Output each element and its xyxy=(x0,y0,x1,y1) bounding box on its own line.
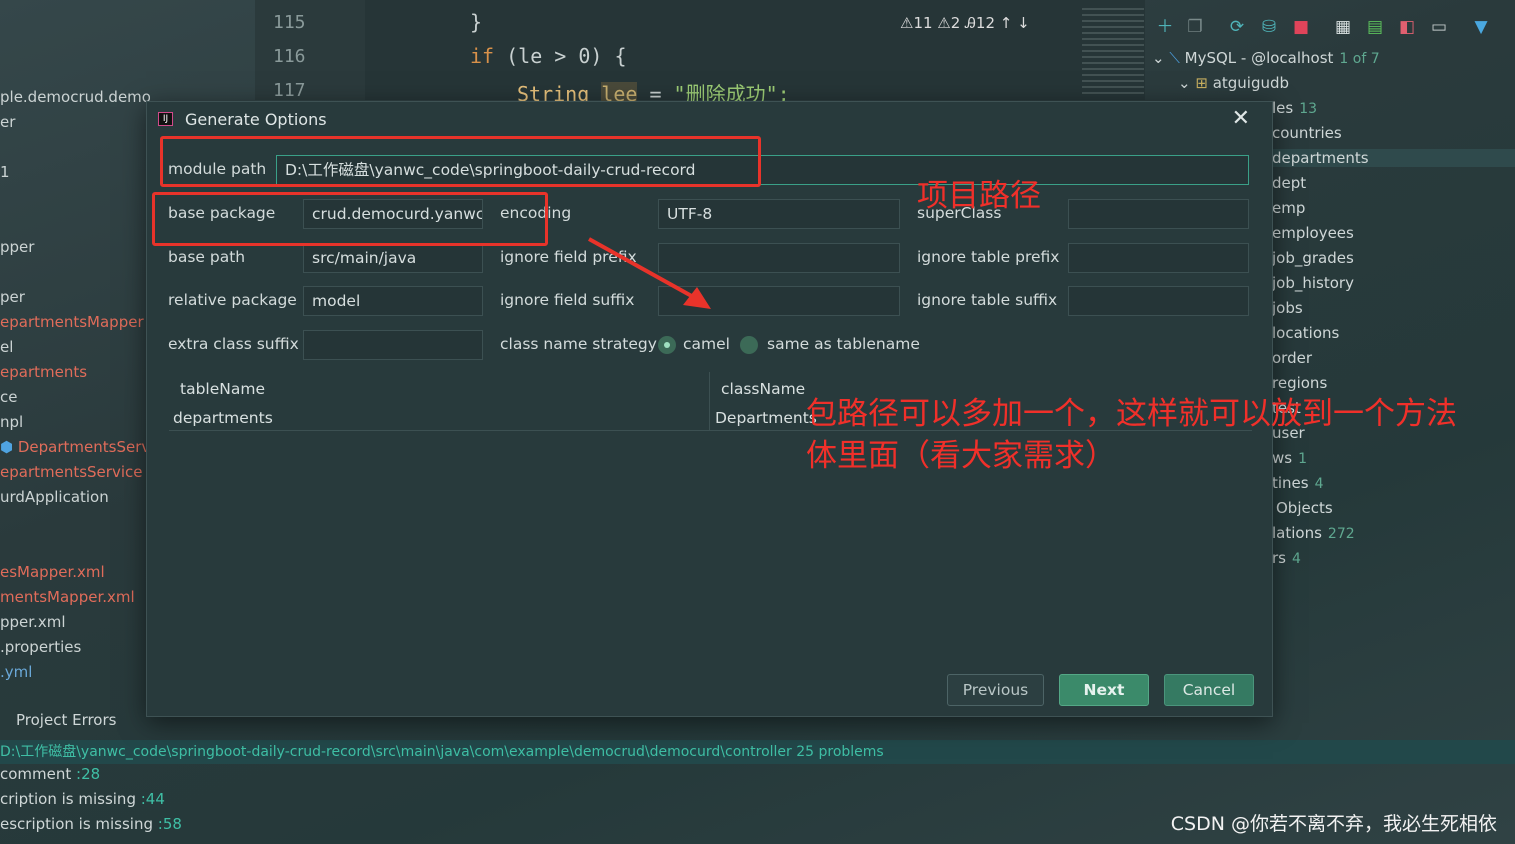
table-divider xyxy=(709,372,710,430)
tree-item[interactable]: pper xyxy=(0,238,34,256)
code-line: } xyxy=(470,10,483,34)
line-number: 117 xyxy=(273,80,306,101)
chevron-down-icon[interactable]: ⌄ xyxy=(1178,74,1195,92)
tree-item[interactable]: er xyxy=(0,113,15,131)
encoding-input[interactable]: UTF-8 xyxy=(658,199,900,229)
db-table[interactable]: jobs xyxy=(1272,299,1303,317)
annotation-arrow xyxy=(588,237,711,309)
mysql-icon: ⟍ xyxy=(1169,49,1185,67)
problems-path[interactable]: D:\工作磁盘\yanwc_code\springboot-daily-crud… xyxy=(0,740,1515,764)
tree-item[interactable]: esMapper.xml xyxy=(0,563,105,581)
ignore-table-suffix-input[interactable] xyxy=(1068,286,1249,316)
chevron-down-icon[interactable]: ⌄ xyxy=(1152,49,1169,67)
db-table[interactable]: locations xyxy=(1272,324,1339,342)
tree-item[interactable]: .properties xyxy=(0,638,81,656)
project-path-note: 项目路径 xyxy=(917,178,1041,214)
db-objects[interactable]: Objects xyxy=(1276,499,1333,517)
schema-icon: ⊞ xyxy=(1195,74,1213,92)
tree-item[interactable]: per xyxy=(0,288,25,306)
module-path-highlight xyxy=(160,136,761,187)
tree-item[interactable]: ⬢ DepartmentsServic xyxy=(0,438,150,456)
tree-item[interactable]: pper.xml xyxy=(0,613,66,631)
package-note-line2: 体里面（看大家需求） xyxy=(806,438,1116,474)
cancel-button[interactable]: Cancel xyxy=(1164,674,1254,706)
relative-package-label: relative package xyxy=(168,291,297,309)
base-path-input[interactable]: src/main/java xyxy=(303,243,483,273)
package-note-line1: 包路径可以多加一个，这样就可以放到一个方法 xyxy=(806,396,1457,432)
tree-item[interactable]: epartmentsMapper xyxy=(0,313,144,331)
inspection-warnings[interactable]: ⚠11 ⚠2 Ꭿ12 ↑ ↓ xyxy=(900,14,1030,32)
db-table[interactable]: dept xyxy=(1272,174,1306,192)
csdn-watermark: CSDN @你若不离不弃，我必生死相依 xyxy=(1170,813,1497,835)
tree-item[interactable]: epartmentsService xyxy=(0,463,142,481)
db-users[interactable]: rs 4 xyxy=(1272,549,1301,567)
db-schema[interactable]: ⌄ ⊞ atguigudb xyxy=(1178,74,1289,92)
table-header-tablename: tableName xyxy=(180,380,265,398)
project-tree: ple.democrud.democurd er 1 pper per epar… xyxy=(0,0,150,700)
tree-item[interactable]: el xyxy=(0,338,13,356)
extra-class-suffix-label: extra class suffix xyxy=(168,335,299,353)
line-number: 115 xyxy=(273,12,306,33)
table-cell-tablename[interactable]: departments xyxy=(173,409,273,427)
tree-item[interactable]: ple.democrud.democurd xyxy=(0,88,150,106)
db-routines[interactable]: tines 4 xyxy=(1272,474,1324,492)
interface-icon: ⬢ xyxy=(0,438,18,456)
tree-item[interactable]: epartments xyxy=(0,363,87,381)
class-name-strategy-label: class name strategy xyxy=(500,335,657,353)
db-table[interactable]: countries xyxy=(1272,124,1342,142)
superclass-input[interactable] xyxy=(1068,199,1249,229)
previous-button[interactable]: Previous xyxy=(947,674,1044,706)
relative-package-input[interactable]: model xyxy=(303,286,483,316)
ignore-table-prefix-label: ignore table prefix xyxy=(917,248,1060,266)
tree-item[interactable]: 1 xyxy=(0,163,10,181)
db-table-selected[interactable]: departments xyxy=(1268,149,1515,167)
db-connection[interactable]: ⌄ ⟍ MySQL - @localhost 1 of 7 xyxy=(1152,49,1380,67)
next-button[interactable]: Next xyxy=(1059,674,1149,706)
problem-item[interactable]: comment :28 xyxy=(0,765,100,783)
problem-item[interactable]: cription is missing :44 xyxy=(0,790,165,808)
table-header-classname: className xyxy=(721,380,806,398)
db-tables[interactable]: les 13 xyxy=(1272,99,1317,117)
ignore-table-prefix-input[interactable] xyxy=(1068,243,1249,273)
extra-class-suffix-input[interactable] xyxy=(303,330,483,360)
tree-item[interactable]: npl xyxy=(0,413,23,431)
same-as-tablename-label[interactable]: same as tablename xyxy=(767,335,920,353)
tree-item[interactable]: mentsMapper.xml xyxy=(0,588,135,606)
same-as-tablename-radio[interactable] xyxy=(740,336,758,354)
camel-radio-label[interactable]: camel xyxy=(683,335,730,353)
db-table[interactable]: employees xyxy=(1272,224,1354,242)
db-views[interactable]: ws 1 xyxy=(1272,449,1307,467)
editor-gutter: 115 116 117 xyxy=(255,0,365,101)
close-icon[interactable]: ✕ xyxy=(1232,106,1250,131)
dialog-title: Generate Options xyxy=(185,110,327,129)
code-line: if (le > 0) { xyxy=(470,44,627,68)
base-path-label: base path xyxy=(168,248,246,266)
db-table[interactable]: job_grades xyxy=(1272,249,1354,267)
db-collations[interactable]: lations 272 xyxy=(1272,524,1355,542)
intellij-icon: IJ xyxy=(158,112,173,126)
tab-project-errors[interactable]: Project Errors xyxy=(16,711,116,729)
base-package-highlight xyxy=(152,192,548,246)
tree-item[interactable]: .yml xyxy=(0,663,32,681)
ignore-table-suffix-label: ignore table suffix xyxy=(917,291,1058,309)
db-table[interactable]: order xyxy=(1272,349,1312,367)
camel-radio[interactable] xyxy=(658,336,676,354)
table-cell-classname[interactable]: Departments xyxy=(715,409,817,427)
line-number: 116 xyxy=(273,46,306,67)
problem-item[interactable]: escription is missing :58 xyxy=(0,815,182,833)
db-table[interactable]: emp xyxy=(1272,199,1305,217)
tree-item[interactable]: ce xyxy=(0,388,17,406)
dialog-titlebar[interactable]: IJ Generate Options ✕ xyxy=(147,102,1272,136)
db-table[interactable]: job_history xyxy=(1272,274,1354,292)
code-minimap[interactable] xyxy=(1082,8,1144,98)
tree-item[interactable]: urdApplication xyxy=(0,488,109,506)
